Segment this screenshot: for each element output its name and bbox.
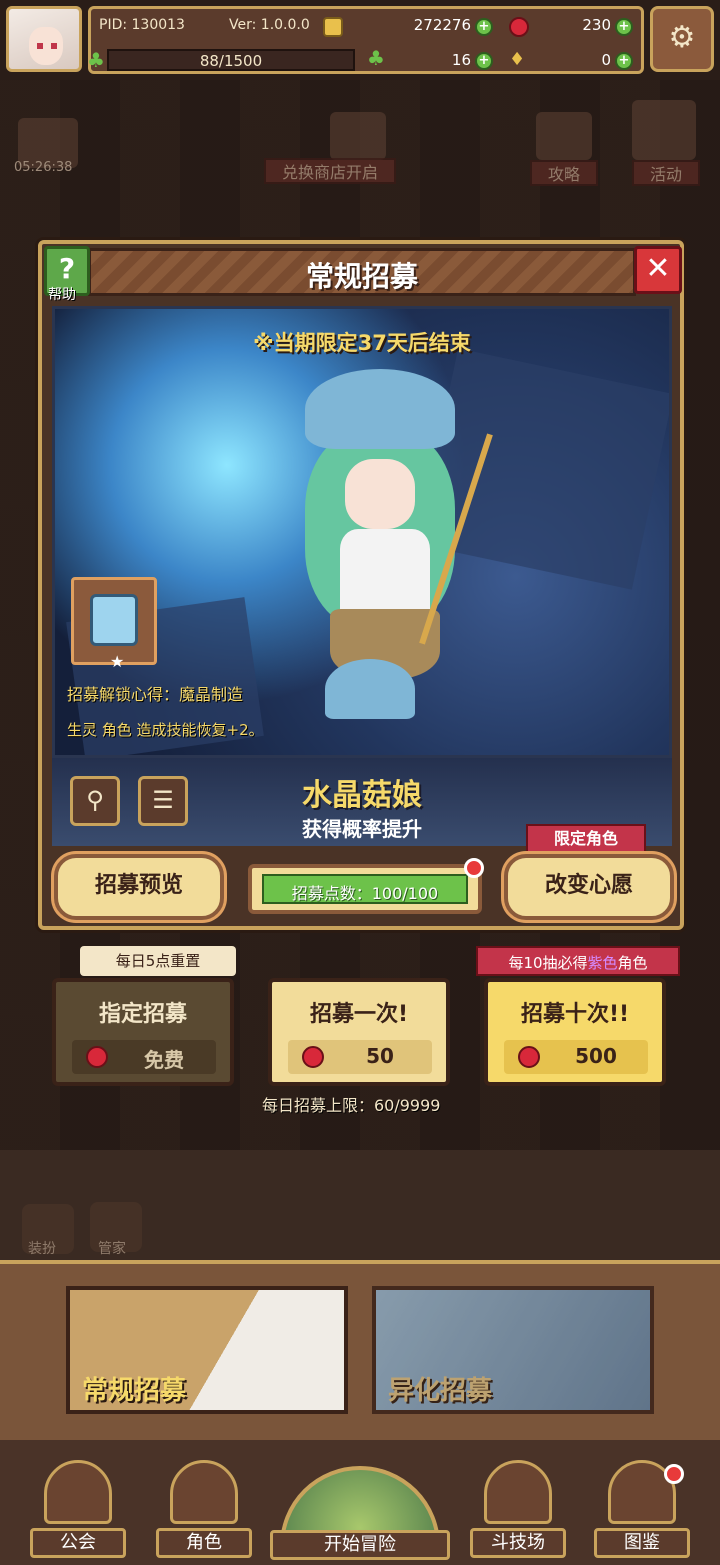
tab-regular-recruit[interactable]: 常规招募	[66, 1286, 348, 1414]
tab-alien-recruit[interactable]: 异化招募	[372, 1286, 654, 1414]
gear-icon: ⚙	[668, 20, 696, 55]
top-hud: PID: 130013 Ver: 1.0.0.0 272276 + 230 + …	[0, 0, 720, 80]
version-text: Ver: 1.0.0.0	[229, 17, 310, 33]
close-button[interactable]: ✕	[634, 246, 682, 294]
recruit-dialog: 常规招募 ? 帮助 ✕ ※当期限定37天后结束 ★ 招募解锁心得：魔晶制造 生灵…	[38, 240, 684, 930]
nav-arena[interactable]: 斗技场	[470, 1460, 566, 1560]
player-avatar[interactable]	[6, 6, 82, 72]
change-wish-button[interactable]: 改变心愿	[504, 854, 674, 920]
clover-icon: ♣	[367, 46, 385, 70]
settings-button[interactable]: ⚙	[650, 6, 714, 72]
recruit-ten-label: 招募十次!!	[520, 1002, 630, 1027]
timer: 05:26:38	[14, 160, 73, 175]
recruit-points-text: 招募点数：100/100	[291, 884, 439, 903]
recruit-ten-button[interactable]: 招募十次!! 500	[484, 978, 666, 1086]
character-head-icon	[170, 1460, 238, 1524]
recruit-ten-cost: 500	[575, 1044, 617, 1068]
nav-adventure-label: 开始冒险	[270, 1530, 450, 1560]
ruby-gem-icon	[86, 1046, 108, 1068]
star-icon: ★	[110, 652, 125, 671]
shop-icon[interactable]	[330, 112, 386, 160]
stamina-clover-icon: ♣	[87, 48, 105, 72]
dress-up-label: 装扮	[28, 1241, 56, 1257]
designated-recruit-label: 指定招募	[98, 1002, 187, 1027]
add-gem-icon[interactable]: +	[615, 18, 633, 36]
mushroom-sprite	[325, 659, 415, 719]
daily-recruit-limit: 每日招募上限：60/9999	[262, 1096, 441, 1115]
dialog-title: 常规招募	[305, 260, 418, 293]
recruit-tab-panel: 常规招募 异化招募	[0, 1260, 720, 1440]
crossed-swords-icon	[484, 1460, 552, 1524]
unlock-skill-icon[interactable]: ★	[71, 577, 157, 671]
resource-panel: PID: 130013 Ver: 1.0.0.0 272276 + 230 + …	[87, 6, 644, 74]
guide-label[interactable]: 攻略	[530, 160, 599, 186]
add-gold-icon[interactable]: +	[475, 18, 493, 36]
character-name: 水晶菇娘	[302, 778, 422, 813]
nav-start-adventure[interactable]: 开始冒险	[270, 1466, 450, 1565]
ruby-gem-icon	[302, 1046, 324, 1068]
ruby-gem-icon	[518, 1046, 540, 1068]
close-icon: ✕	[645, 251, 671, 286]
recruit-points-box: 招募点数：100/100	[248, 864, 482, 914]
add-clover-icon[interactable]: +	[475, 52, 493, 70]
limited-character-tag: 限定角色	[526, 824, 646, 854]
dialog-titlebar: 常规招募	[88, 248, 636, 296]
recruit-preview-button[interactable]: 招募预览	[54, 854, 224, 920]
nav-character[interactable]: 角色	[156, 1460, 252, 1560]
gold-coin-icon	[323, 17, 343, 37]
tab-regular-recruit-label: 常规招募	[82, 1376, 187, 1406]
ruby-gem-icon	[509, 17, 529, 37]
recruit-once-button[interactable]: 招募一次! 50	[268, 978, 450, 1086]
tab-alien-recruit-label: 异化招募	[388, 1376, 493, 1406]
unlock-description: 生灵 角色 造成技能恢复+2。	[67, 721, 264, 739]
help-label: 帮助	[48, 287, 76, 303]
balloon-icon[interactable]	[632, 100, 696, 160]
question-icon: ?	[58, 252, 76, 285]
gold-amount: 272276	[413, 16, 471, 34]
stamina-bar: 88/1500	[107, 49, 355, 71]
gem-amount: 230	[582, 16, 611, 34]
event-label[interactable]: 活动	[632, 160, 701, 186]
codex-notification-dot	[664, 1464, 684, 1484]
nav-arena-label: 斗技场	[470, 1528, 566, 1558]
recruit-once-label: 招募一次!	[309, 1002, 409, 1027]
stamina-text: 88/1500	[199, 52, 263, 70]
guild-building-icon	[44, 1460, 112, 1524]
key-icon: ♦	[509, 49, 526, 70]
designated-recruit-button[interactable]: 指定招募 免费	[52, 978, 234, 1086]
clover-amount: 16	[451, 51, 471, 69]
nav-guild-label: 公会	[30, 1528, 126, 1558]
ten-draw-guarantee-tag: 每10抽必得紫色角色	[476, 946, 680, 976]
notification-dot	[464, 858, 484, 878]
nav-character-label: 角色	[156, 1528, 252, 1558]
daily-reset-tag: 每日5点重置	[80, 946, 236, 976]
character-banner: ※当期限定37天后结束 ★ 招募解锁心得：魔晶制造 生灵 角色 造成技能恢复+2…	[52, 306, 672, 758]
butler-label: 管家	[98, 1241, 126, 1257]
nav-guild[interactable]: 公会	[30, 1460, 126, 1560]
nav-codex-label: 图鉴	[594, 1528, 690, 1558]
limited-time-text: ※当期限定37天后结束	[253, 331, 471, 355]
recruit-once-cost: 50	[366, 1044, 394, 1068]
unlock-title: 招募解锁心得：魔晶制造	[67, 685, 244, 704]
add-key-icon[interactable]: +	[615, 52, 633, 70]
exchange-shop-label[interactable]: 兑换商店开启	[264, 158, 397, 184]
guide-icon[interactable]	[536, 112, 592, 160]
designated-recruit-cost: 免费	[144, 1048, 184, 1072]
key-amount: 0	[601, 51, 611, 69]
player-id: PID: 130013	[99, 17, 185, 33]
